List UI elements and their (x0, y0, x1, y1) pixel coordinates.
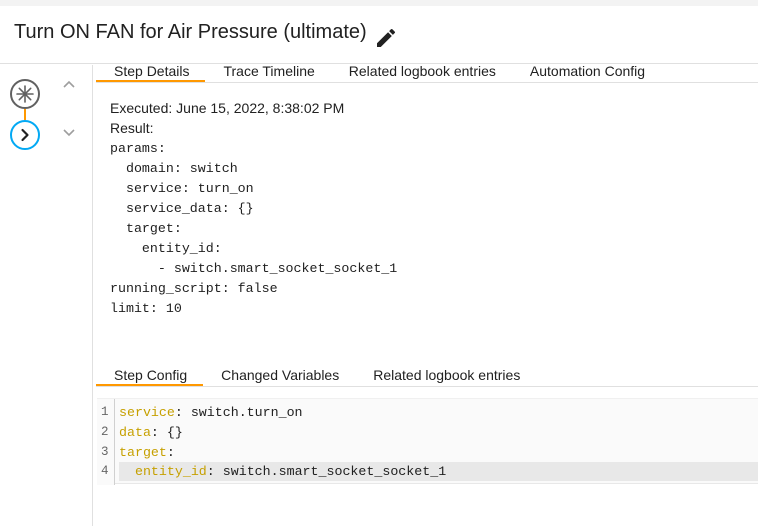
tab-automation-config[interactable]: Automation Config (512, 61, 661, 82)
line-number: 4 (101, 464, 109, 478)
yaml-key: service (119, 405, 175, 420)
chevron-right-icon (21, 128, 29, 142)
code-line: data: {} (119, 425, 183, 440)
code-line: service: switch.turn_on (119, 405, 303, 420)
yaml-value: switch.smart_socket_socket_1 (214, 464, 447, 479)
trace-tabs: Step Details Trace Timeline Related logb… (96, 61, 758, 83)
yaml-line: entity_id: (110, 241, 222, 256)
yaml-line: running_script: false (110, 281, 278, 296)
line-gutter: 1 2 3 4 (97, 399, 115, 485)
yaml-value: switch.turn_on (182, 405, 303, 420)
yaml-line: params: (110, 141, 166, 156)
tab-step-config[interactable]: Step Config (96, 365, 204, 386)
yaml-line: domain: switch (110, 161, 238, 176)
yaml-line: service: turn_on (110, 181, 254, 196)
yaml-line: - switch.smart_socket_socket_1 (110, 261, 398, 276)
trigger-node[interactable] (10, 79, 40, 109)
step-tabs: Step Config Changed Variables Related lo… (96, 365, 758, 387)
yaml-value: {} (158, 425, 183, 440)
step-details: Executed: June 15, 2022, 8:38:02 PM Resu… (110, 100, 344, 140)
page-title: Turn ON FAN for Air Pressure (ultimate) (14, 21, 367, 43)
result-label: Result: (110, 120, 154, 136)
code-line: target: (119, 445, 175, 460)
yaml-line: limit: 10 (110, 301, 182, 316)
trace-graph (0, 65, 93, 526)
code-editor[interactable]: 1 2 3 4 service: switch.turn_on data: {}… (97, 398, 758, 485)
asterisk-icon (16, 85, 34, 103)
executed-text: Executed: June 15, 2022, 8:38:02 PM (110, 100, 345, 116)
next-step-button[interactable] (60, 123, 78, 141)
header: Turn ON FAN for Air Pressure (ultimate) (0, 0, 758, 64)
tab-changed-variables[interactable]: Changed Variables (203, 365, 355, 386)
tab-related-logbook-step[interactable]: Related logbook entries (355, 365, 536, 386)
edit-button[interactable] (374, 26, 398, 50)
chevron-up-icon (63, 80, 75, 88)
node-connector (24, 109, 26, 120)
yaml-line: service_data: {} (110, 201, 254, 216)
previous-step-button[interactable] (60, 76, 78, 94)
yaml-line: target: (110, 221, 182, 236)
line-number: 3 (101, 445, 109, 459)
pencil-icon (377, 28, 396, 47)
code-line-current: entity_id: switch.smart_socket_socket_1 (119, 462, 758, 481)
chevron-down-icon (63, 129, 75, 137)
action-node[interactable] (10, 120, 40, 150)
yaml-key: target (119, 445, 167, 460)
tab-trace-timeline[interactable]: Trace Timeline (205, 61, 330, 82)
result-yaml: params: domain: switch service: turn_on … (110, 141, 397, 321)
line-number: 1 (101, 405, 109, 419)
yaml-key: data (119, 425, 151, 440)
tab-step-details[interactable]: Step Details (96, 61, 206, 82)
line-number: 2 (101, 425, 109, 439)
yaml-key: entity_id (134, 464, 207, 479)
tab-related-logbook[interactable]: Related logbook entries (331, 61, 512, 82)
